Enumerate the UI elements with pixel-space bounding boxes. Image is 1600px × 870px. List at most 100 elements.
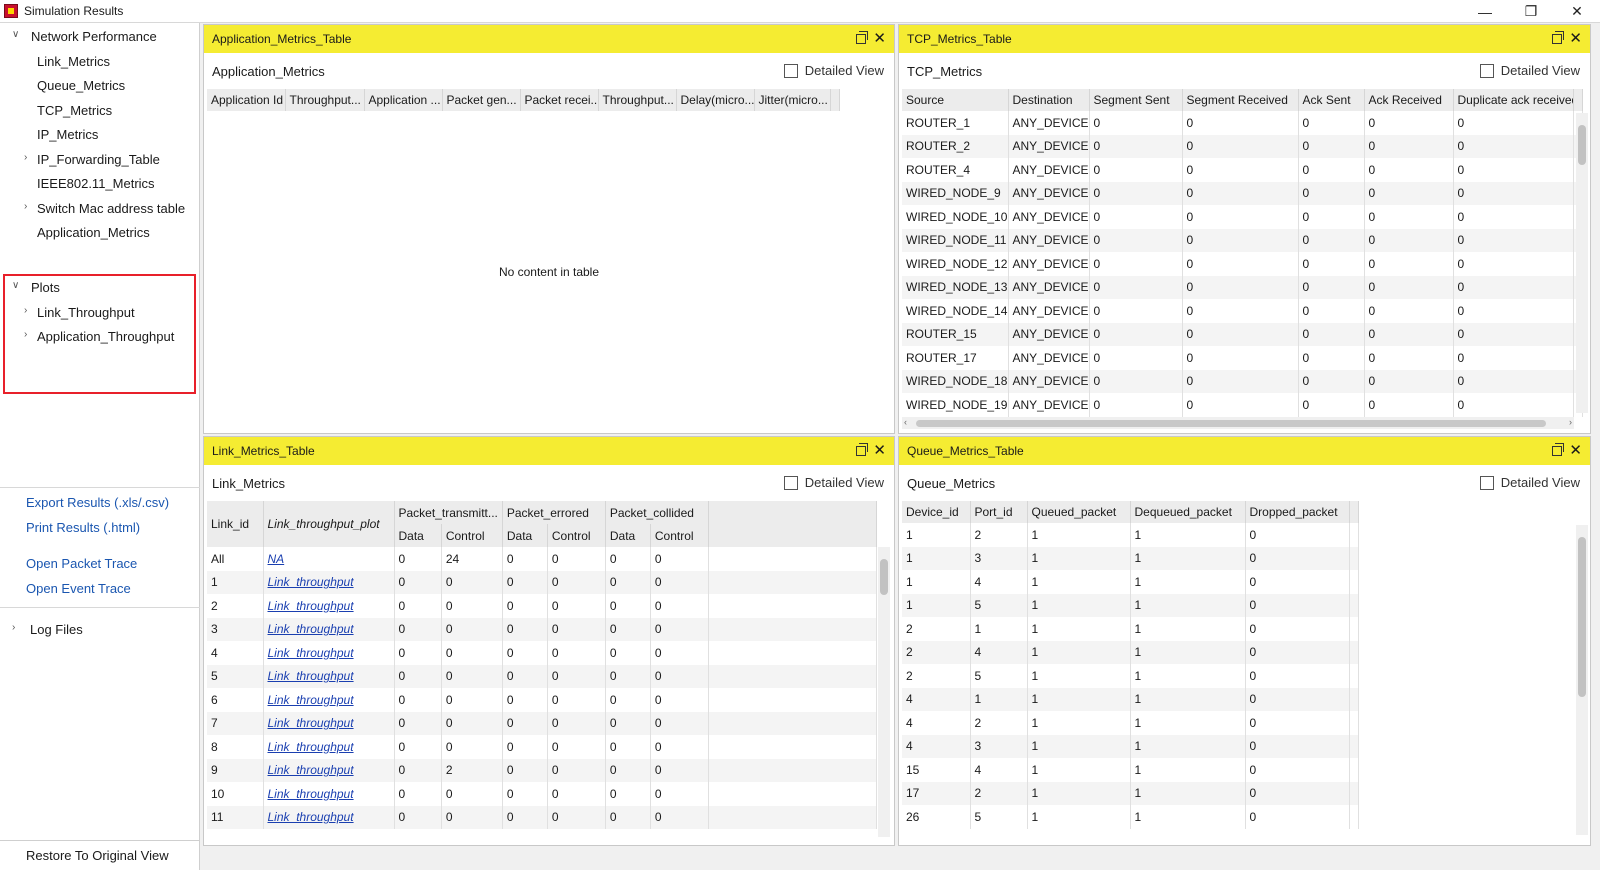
throughput-plot-link[interactable]: Link_throughput <box>268 787 354 801</box>
table-cell[interactable]: Link_throughput <box>263 805 395 829</box>
close-window-button[interactable]: ✕ <box>1554 0 1600 23</box>
restore-window-icon[interactable] <box>856 31 868 44</box>
print-results-link[interactable]: Print Results (.html) <box>26 520 140 535</box>
table-cell[interactable]: Link_throughput <box>263 735 395 759</box>
scrollbar-thumb[interactable] <box>916 420 1546 427</box>
table-row[interactable]: 4 Link_throughput 0 0 0 0 0 0 <box>207 641 877 665</box>
column-header[interactable]: Ack Sent <box>1298 89 1365 111</box>
table-cell[interactable]: Link_throughput <box>263 570 395 594</box>
tree-log-files[interactable]: Log Files <box>30 622 83 637</box>
close-icon[interactable]: ✕ <box>873 29 886 47</box>
table-row[interactable]: 3 Link_throughput 0 0 0 0 0 0 <box>207 617 877 641</box>
vertical-scrollbar[interactable] <box>1576 525 1588 835</box>
column-header[interactable]: Data <box>605 524 651 547</box>
export-results-link[interactable]: Export Results (.xls/.csv) <box>26 495 169 510</box>
chevron-right-icon[interactable]: › <box>12 622 15 633</box>
restore-original-view-button[interactable]: Restore To Original View <box>0 840 200 870</box>
column-header[interactable]: Application ... <box>364 89 443 111</box>
column-header[interactable]: Data <box>502 524 548 547</box>
table-row[interactable]: WIRED_NODE_9 ANY_DEVICE 0 0 0 0 0 <box>902 181 1583 205</box>
throughput-plot-link[interactable]: Link_throughput <box>268 693 354 707</box>
throughput-plot-link[interactable]: Link_throughput <box>268 716 354 730</box>
table-cell[interactable]: Link_throughput <box>263 617 395 641</box>
table-cell[interactable]: Link_throughput <box>263 641 395 665</box>
table-row[interactable]: 26 5 1 1 0 <box>902 805 1359 829</box>
chevron-right-icon[interactable]: › <box>24 329 27 340</box>
table-row[interactable]: All NA 0 24 0 0 0 0 <box>207 547 877 571</box>
table-row[interactable]: 17 2 1 1 0 <box>902 781 1359 805</box>
table-cell[interactable]: NA <box>263 547 395 571</box>
column-header[interactable]: Destination <box>1008 89 1090 111</box>
table-cell[interactable]: Link_throughput <box>263 758 395 782</box>
column-header[interactable]: Segment Sent <box>1089 89 1183 111</box>
column-header[interactable]: Dropped_packet <box>1245 501 1350 523</box>
table-row[interactable]: ROUTER_2 ANY_DEVICE 0 0 0 0 0 <box>902 134 1583 158</box>
column-header[interactable]: Control <box>650 524 709 547</box>
checkbox-icon[interactable] <box>1479 63 1494 78</box>
table-row[interactable]: 1 Link_throughput 0 0 0 0 0 0 <box>207 570 877 594</box>
detailed-view-toggle[interactable]: Detailed View <box>783 63 884 78</box>
table-row[interactable]: 7 Link_throughput 0 0 0 0 0 0 <box>207 711 877 735</box>
checkbox-icon[interactable] <box>783 63 798 78</box>
column-header[interactable]: Application Id <box>207 89 286 111</box>
column-header[interactable]: Packet_errored <box>502 501 606 524</box>
table-row[interactable]: 43110 <box>902 734 1359 758</box>
table-row[interactable]: WIRED_NODE_13 ANY_DEVICE 0 0 0 0 0 <box>902 275 1583 299</box>
column-header[interactable]: Data <box>394 524 442 547</box>
throughput-plot-link[interactable]: Link_throughput <box>268 810 354 824</box>
throughput-plot-link[interactable]: Link_throughput <box>268 575 354 589</box>
column-header[interactable]: Link_throughput_plot <box>263 501 395 547</box>
table-row[interactable]: 12110 <box>902 523 1359 547</box>
detailed-view-toggle[interactable]: Detailed View <box>1479 475 1580 490</box>
chevron-right-icon[interactable]: › <box>24 305 27 316</box>
horizontal-scrollbar[interactable]: ‹ › <box>902 417 1574 429</box>
table-row[interactable]: ROUTER_4 ANY_DEVICE 0 0 0 0 0 <box>902 158 1583 182</box>
column-header[interactable]: Port_id <box>970 501 1028 523</box>
detailed-view-toggle[interactable]: Detailed View <box>1479 63 1580 78</box>
sidebar-item-switch-mac-table[interactable]: Switch Mac address table <box>37 201 185 216</box>
chevron-down-icon[interactable]: ∨ <box>12 280 19 291</box>
chevron-right-icon[interactable]: › <box>24 152 27 163</box>
table-cell[interactable]: Link_throughput <box>263 664 395 688</box>
table-cell[interactable]: Link_throughput <box>263 711 395 735</box>
table-cell[interactable]: Link_throughput <box>263 688 395 712</box>
scrollbar-thumb[interactable] <box>880 559 888 595</box>
throughput-plot-link[interactable]: Link_throughput <box>268 763 354 777</box>
close-icon[interactable]: ✕ <box>1569 441 1582 459</box>
table-row[interactable]: 10 Link_throughput 0 0 0 0 0 0 <box>207 782 877 806</box>
table-row[interactable]: 24110 <box>902 640 1359 664</box>
checkbox-icon[interactable] <box>1479 475 1494 490</box>
table-row[interactable]: ROUTER_1 ANY_DEVICE 0 0 0 0 0 <box>902 111 1583 135</box>
column-header[interactable]: Throughput... <box>285 89 365 111</box>
vertical-scrollbar[interactable] <box>1576 113 1588 413</box>
table-row[interactable]: 13110 <box>902 546 1359 570</box>
open-event-trace-link[interactable]: Open Event Trace <box>26 581 131 596</box>
checkbox-icon[interactable] <box>783 475 798 490</box>
restore-window-icon[interactable] <box>856 443 868 456</box>
throughput-plot-link[interactable]: Link_throughput <box>268 740 354 754</box>
scroll-left-icon[interactable]: ‹ <box>904 417 907 427</box>
column-header[interactable]: Packet recei... <box>520 89 599 111</box>
table-row[interactable]: WIRED_NODE_18 ANY_DEVICE 0 0 0 0 0 <box>902 369 1583 393</box>
column-header[interactable]: Delay(micro... <box>676 89 755 111</box>
sidebar-item-ieee80211-metrics[interactable]: IEEE802.11_Metrics <box>37 176 155 191</box>
table-row[interactable]: 5 Link_throughput 0 0 0 0 0 0 <box>207 664 877 688</box>
throughput-plot-link[interactable]: Link_throughput <box>268 622 354 636</box>
tree-network-performance[interactable]: Network Performance <box>31 29 157 44</box>
table-row[interactable]: 15110 <box>902 593 1359 617</box>
throughput-plot-link[interactable]: Link_throughput <box>268 646 354 660</box>
scroll-right-icon[interactable]: › <box>1569 417 1572 427</box>
table-row[interactable]: WIRED_NODE_14 ANY_DEVICE 0 0 0 0 0 <box>902 299 1583 323</box>
scrollbar-thumb[interactable] <box>1578 537 1586 697</box>
throughput-plot-link[interactable]: NA <box>268 552 285 566</box>
throughput-plot-link[interactable]: Link_throughput <box>268 599 354 613</box>
column-header[interactable]: Dequeued_packet <box>1130 501 1246 523</box>
sidebar-item-application-throughput[interactable]: Application_Throughput <box>37 329 174 344</box>
minimize-button[interactable]: — <box>1462 0 1508 23</box>
sidebar-item-tcp-metrics[interactable]: TCP_Metrics <box>37 103 112 118</box>
table-row[interactable]: 41110 <box>902 687 1359 711</box>
table-row[interactable]: 9 Link_throughput 0 2 0 0 0 0 <box>207 758 877 782</box>
sidebar-item-ip-forwarding-table[interactable]: IP_Forwarding_Table <box>37 152 160 167</box>
chevron-right-icon[interactable]: › <box>24 201 27 212</box>
table-cell[interactable]: Link_throughput <box>263 594 395 618</box>
